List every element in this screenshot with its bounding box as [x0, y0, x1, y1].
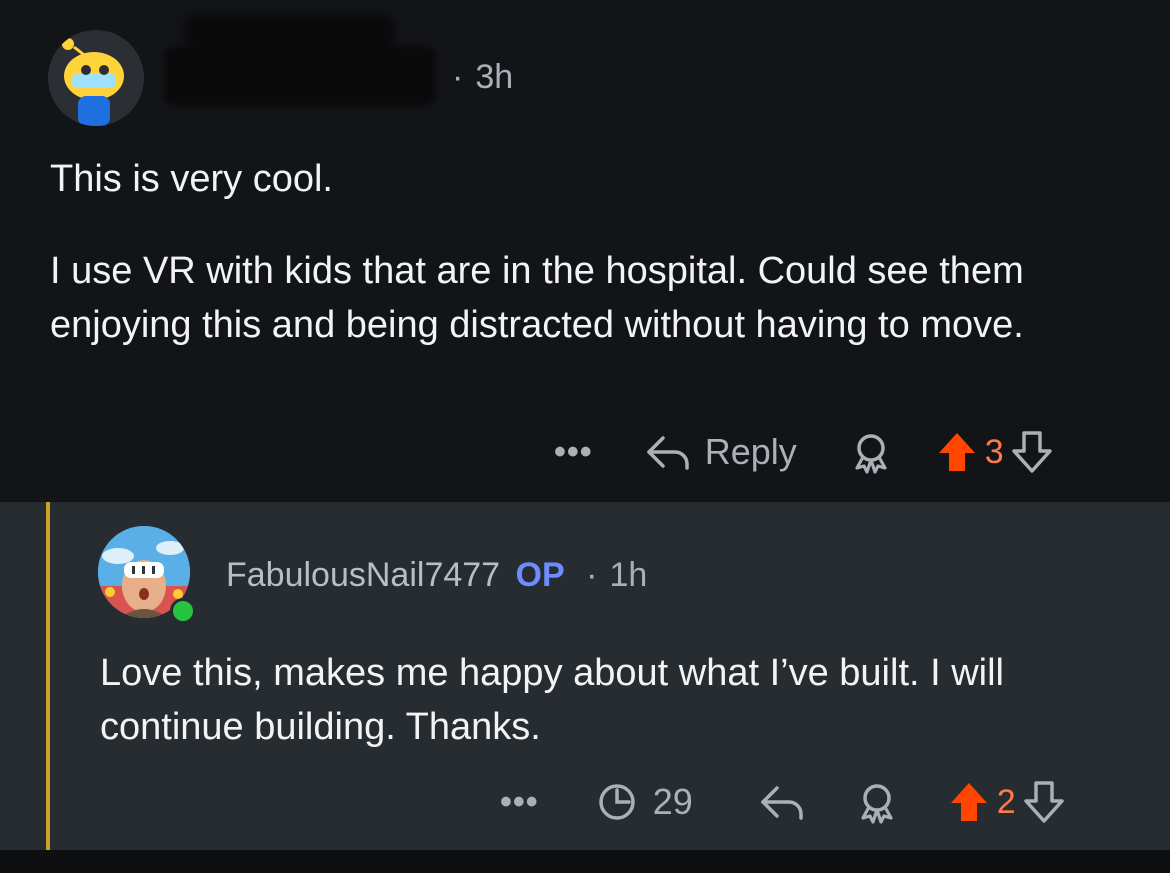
vote-controls: 3: [937, 431, 1052, 473]
reply-icon: [646, 436, 689, 470]
score: 2: [996, 782, 1016, 821]
award-button[interactable]: [849, 430, 893, 474]
upvote-icon[interactable]: [937, 431, 977, 473]
op-badge: OP: [515, 556, 565, 594]
downvote-icon[interactable]: [1011, 431, 1052, 473]
award-icon: [855, 434, 887, 474]
views-count: 29: [652, 781, 693, 822]
redacted-username: [165, 46, 435, 106]
score: 3: [984, 432, 1004, 471]
online-status-indicator: [170, 598, 196, 624]
thread-line[interactable]: [46, 502, 50, 850]
reply-button[interactable]: [759, 782, 805, 822]
timestamp: 3h: [475, 58, 514, 96]
comment-meta: FabulousNail7477 OP · 1h: [226, 556, 648, 594]
award-icon: [861, 784, 893, 824]
timestamp: 1h: [609, 556, 648, 594]
upvote-icon[interactable]: [949, 781, 989, 823]
bottom-divider: [0, 850, 1170, 873]
comment-paragraph: This is very cool.: [50, 158, 333, 200]
vote-controls: 2: [949, 781, 1064, 823]
more-button[interactable]: •••: [500, 783, 539, 822]
redaction-scribble: [185, 14, 395, 50]
views-indicator: 29: [597, 781, 693, 823]
snoo-avatar-icon[interactable]: [48, 30, 144, 126]
more-button[interactable]: •••: [554, 433, 593, 472]
comment-actions: ••• 29 2: [500, 780, 1064, 824]
comment-paragraph: I use VR with kids that are in the hospi…: [50, 250, 1024, 346]
reply-label: Reply: [704, 431, 797, 472]
username[interactable]: FabulousNail7477: [226, 556, 500, 594]
comment-body: This is very cool. I use VR with kids th…: [50, 152, 1130, 390]
reply-icon: [761, 786, 803, 820]
views-clock-icon: [598, 784, 635, 820]
comment-actions: ••• Reply 3: [554, 430, 1052, 474]
award-button[interactable]: [855, 780, 899, 824]
comment-body: Love this, makes me happy about what I’v…: [100, 652, 1005, 748]
comment-meta: · 3h: [452, 58, 514, 96]
reply-button[interactable]: Reply: [645, 431, 797, 473]
downvote-icon[interactable]: [1023, 781, 1064, 823]
